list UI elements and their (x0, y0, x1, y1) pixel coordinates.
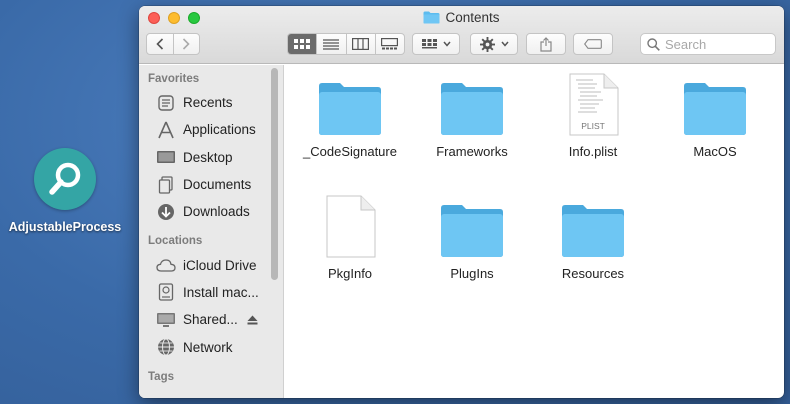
search-icon (647, 37, 660, 51)
grid-group-icon (421, 38, 437, 48)
file-item-plugins[interactable]: PlugIns (411, 204, 533, 281)
download-icon (156, 202, 176, 222)
sidebar-scrollbar[interactable] (271, 68, 278, 280)
sidebar-item-label: Recents (183, 95, 233, 111)
file-name: MacOS (693, 144, 737, 159)
sidebar-item-label: Shared... (183, 312, 238, 328)
plist-file-icon: PLIST (569, 73, 619, 136)
column-view-button[interactable] (345, 34, 375, 54)
sidebar-item-install-macos[interactable]: Install mac... (139, 279, 283, 306)
locations-header: Locations (148, 235, 203, 248)
back-button[interactable] (147, 34, 173, 54)
share-icon (540, 36, 552, 52)
globe-icon (156, 337, 176, 357)
sidebar-item-recents[interactable]: Recents (139, 89, 283, 116)
sidebar-item-desktop[interactable]: Desktop (139, 144, 283, 171)
sidebar-item-label: Network (183, 339, 233, 355)
edit-tags-button[interactable] (573, 33, 613, 55)
file-item-resources[interactable]: Resources (532, 204, 654, 281)
sidebar-item-label: Install mac... (183, 284, 259, 300)
sidebar-item-documents[interactable]: Documents (139, 171, 283, 198)
group-by-button[interactable] (412, 33, 460, 55)
cloud-icon (156, 255, 176, 275)
search-input[interactable] (665, 36, 765, 52)
file-name: PlugIns (450, 266, 494, 281)
file-name: PkgInfo (327, 266, 373, 281)
favorites-header: Favorites (148, 73, 200, 85)
file-name: Info.plist (568, 144, 618, 159)
folder-icon (562, 205, 624, 257)
sidebar-item-label: Documents (183, 177, 252, 193)
columns-icon (352, 38, 370, 50)
list-icon (323, 38, 340, 50)
file-name: Frameworks (436, 144, 508, 159)
titlebar: Contents (139, 6, 784, 64)
folder-icon (441, 83, 503, 135)
chevron-left-icon (156, 38, 163, 50)
grid-icon (294, 39, 311, 49)
eject-icon[interactable] (247, 315, 258, 325)
share-button[interactable] (526, 33, 566, 55)
search-field[interactable] (640, 33, 776, 55)
sidebar-item-label: iCloud Drive (183, 257, 257, 273)
icon-view-button[interactable] (288, 34, 317, 54)
action-menu-button[interactable] (470, 33, 518, 55)
sidebar-item-applications[interactable]: Applications (139, 116, 283, 143)
clock-icon (156, 93, 176, 113)
file-name: _CodeSignature (303, 144, 397, 159)
finder-window: Contents Search Favorites Recents Applic… (139, 6, 784, 398)
chevron-down-icon (442, 41, 451, 47)
display-icon (156, 310, 176, 330)
file-item-info-plist[interactable]: PLIST Info.plist (532, 73, 654, 159)
document-icon (326, 195, 376, 258)
sidebar-item-label: Applications (183, 122, 256, 138)
folder-icon (441, 205, 503, 257)
sidebar-item-downloads[interactable]: Downloads (139, 198, 283, 225)
gallery-icon (381, 38, 399, 50)
document-icon (156, 175, 176, 195)
chevron-right-icon (183, 38, 190, 50)
sidebar-item-icloud-drive[interactable]: iCloud Drive (139, 251, 283, 278)
sidebar-item-shared[interactable]: Shared... (139, 306, 283, 333)
folder-icon (319, 83, 381, 135)
plist-badge: PLIST (581, 121, 605, 131)
tag-icon (584, 39, 602, 49)
file-name: Resources (561, 266, 625, 281)
gallery-view-button[interactable] (374, 34, 404, 54)
sidebar-item-network[interactable]: Network (139, 333, 283, 360)
sidebar: Favorites Recents Applications Desktop D… (139, 65, 284, 398)
file-item-macos[interactable]: MacOS (654, 82, 776, 159)
file-item-codesignature[interactable]: _CodeSignature (289, 82, 411, 159)
app-label: AdjustableProcess (8, 220, 122, 234)
list-view-button[interactable] (316, 34, 345, 54)
view-mode-group (287, 33, 405, 55)
file-grid: _CodeSignature Frameworks PLIST Info.pli… (284, 65, 784, 398)
nav-buttons (146, 33, 200, 55)
desktop-app-item[interactable]: AdjustableProcess (0, 148, 130, 234)
sidebar-item-label: Desktop (183, 149, 233, 165)
folder-icon (684, 83, 746, 135)
sidebar-item-label: Downloads (183, 204, 250, 220)
gear-icon (479, 36, 495, 52)
window-title-text: Contents (445, 10, 500, 25)
folder-icon (423, 11, 440, 24)
window-title: Contents (139, 10, 784, 25)
chevron-down-icon (500, 41, 509, 47)
disk-icon (156, 282, 176, 302)
desktop-icon (156, 147, 176, 167)
window-body: Favorites Recents Applications Desktop D… (139, 65, 784, 398)
tags-header: Tags (148, 370, 174, 383)
file-item-pkginfo[interactable]: PkgInfo (289, 195, 411, 281)
file-item-frameworks[interactable]: Frameworks (411, 82, 533, 159)
magnifier-app-icon[interactable] (34, 148, 96, 210)
forward-button[interactable] (172, 34, 200, 54)
applications-icon (156, 120, 176, 140)
